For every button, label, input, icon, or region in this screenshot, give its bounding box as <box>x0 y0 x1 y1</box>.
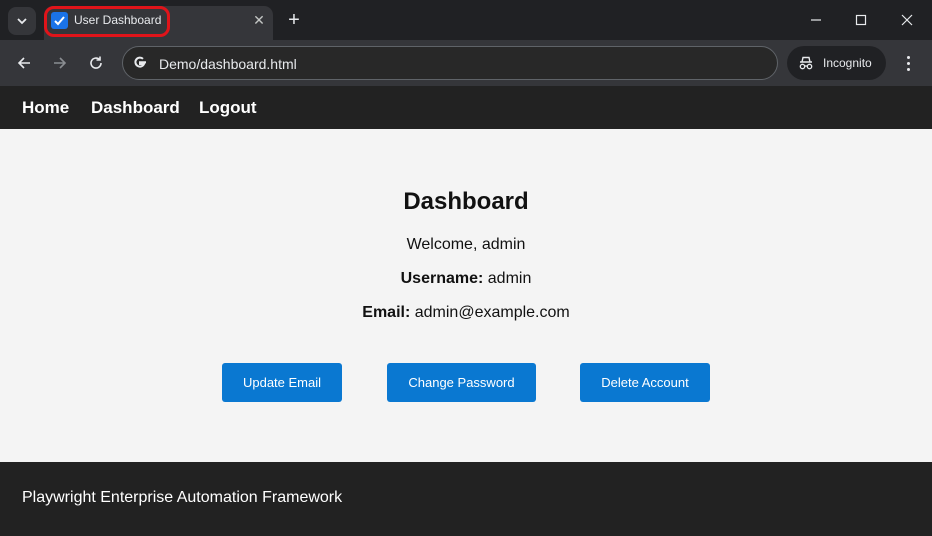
nav-logout-link[interactable]: Logout <box>199 98 257 118</box>
email-label: Email: <box>362 304 411 321</box>
window-close-icon[interactable] <box>897 10 917 30</box>
checkbox-favicon-icon <box>51 12 68 29</box>
change-password-button[interactable]: Change Password <box>387 363 536 402</box>
site-footer: Playwright Enterprise Automation Framewo… <box>0 462 932 536</box>
close-icon[interactable]: ✕ <box>250 11 268 29</box>
incognito-indicator[interactable]: Incognito <box>787 46 886 80</box>
back-icon[interactable] <box>13 52 35 74</box>
username-value: admin <box>487 270 532 287</box>
plus-icon[interactable]: + <box>284 10 304 30</box>
email-value: admin@example.com <box>414 304 570 321</box>
username-label: Username: <box>400 270 484 287</box>
incognito-icon <box>799 56 813 70</box>
forward-icon[interactable] <box>49 52 71 74</box>
maximize-icon[interactable] <box>851 10 871 30</box>
nav-dashboard-link[interactable]: Dashboard <box>91 98 180 118</box>
email-row: Email: admin@example.com <box>0 304 932 322</box>
page-viewport: Home Dashboard Logout Dashboard Welcome,… <box>0 86 932 536</box>
reload-icon[interactable] <box>85 52 107 74</box>
footer-text: Playwright Enterprise Automation Framewo… <box>22 489 343 506</box>
chevron-down-icon <box>17 18 27 25</box>
address-url[interactable]: Demo/dashboard.html <box>159 56 297 72</box>
page-title: Dashboard <box>403 188 529 215</box>
incognito-label: Incognito <box>823 56 872 70</box>
google-icon <box>134 56 146 68</box>
tab-title: User Dashboard <box>74 13 162 27</box>
browser-toolbar: Demo/dashboard.html Incognito <box>0 40 932 86</box>
nav-home-link[interactable]: Home <box>22 98 69 118</box>
tab-strip: User Dashboard ✕ + <box>0 0 932 40</box>
tab-search-button[interactable] <box>8 7 36 35</box>
more-menu-icon[interactable] <box>898 52 918 74</box>
username-row: Username: admin <box>0 270 932 288</box>
welcome-text: Welcome, admin <box>406 236 526 253</box>
site-navbar: Home Dashboard Logout <box>0 86 932 129</box>
update-email-button[interactable]: Update Email <box>222 363 342 402</box>
delete-account-button[interactable]: Delete Account <box>580 363 710 402</box>
minimize-icon[interactable] <box>806 10 826 30</box>
